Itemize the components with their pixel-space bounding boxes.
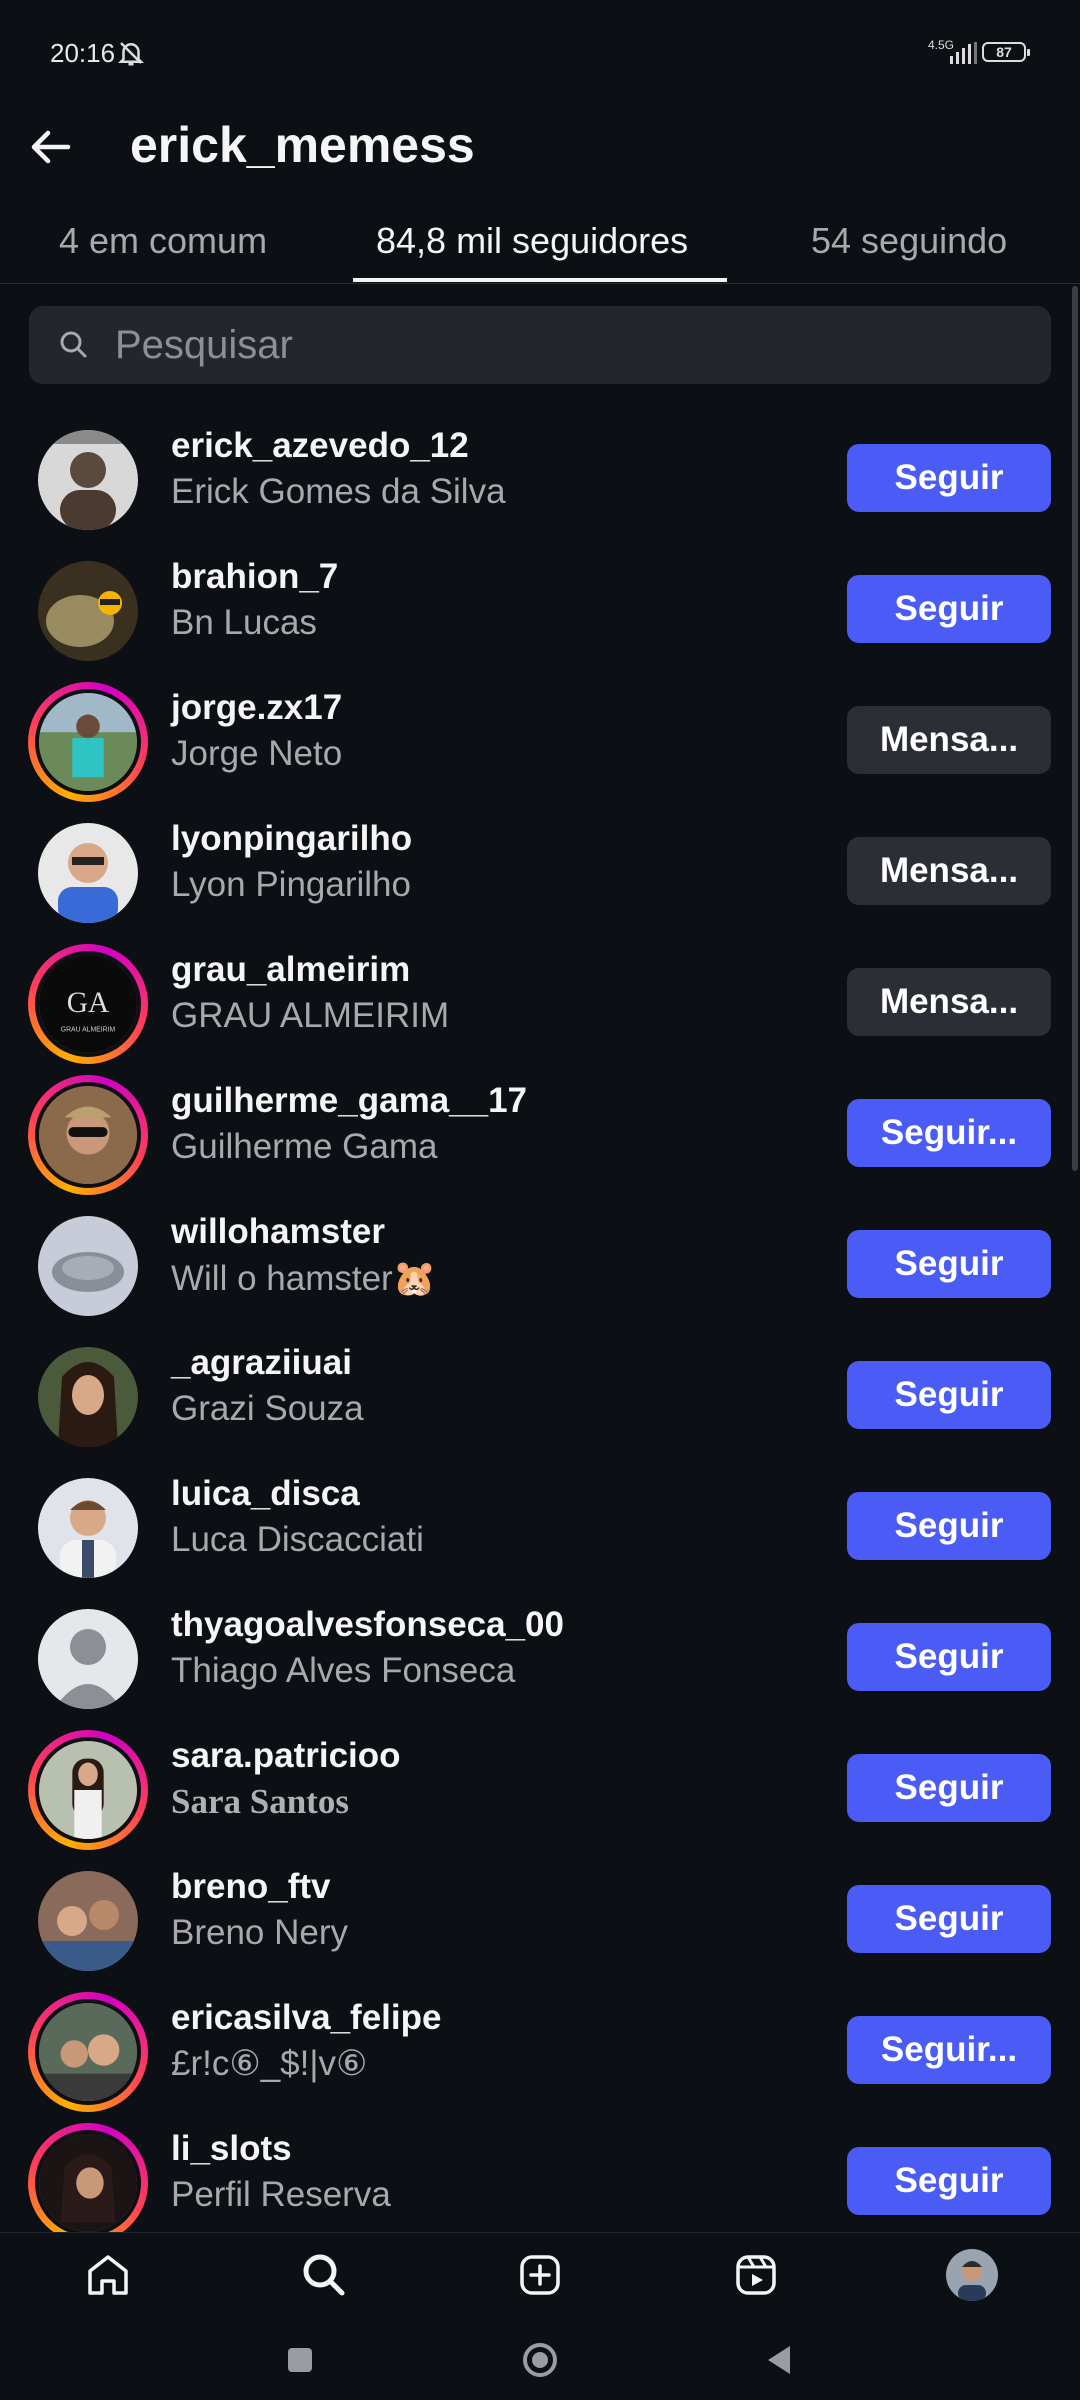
avatar[interactable]: [28, 1206, 148, 1326]
list-item[interactable]: guilherme_gama__17 Guilherme Gama Seguir…: [0, 1063, 1080, 1195]
username[interactable]: ericasilva_felipe: [171, 1998, 441, 2038]
username[interactable]: sara.patricioo: [171, 1736, 401, 1776]
full-name: Sara Santos: [171, 1782, 349, 1821]
back-triangle-icon[interactable]: [760, 2340, 800, 2380]
avatar[interactable]: [28, 813, 148, 933]
battery-indicator: 87: [982, 42, 1030, 62]
full-name: Erick Gomes da Silva: [171, 472, 506, 511]
full-name: Thiago Alves Fonseca: [171, 1651, 516, 1690]
list-item[interactable]: lyonpingarilho Lyon Pingarilho Mensa...: [0, 801, 1080, 932]
follow-button[interactable]: Seguir: [847, 1623, 1051, 1691]
username[interactable]: luica_disca: [171, 1474, 360, 1514]
bottom-nav: [0, 2232, 1080, 2318]
follow-back-button[interactable]: Seguir...: [847, 1099, 1051, 1167]
avatar-story-ring[interactable]: [28, 1075, 148, 1195]
list-item[interactable]: luica_disca Luca Discacciati Seguir: [0, 1456, 1080, 1587]
full-name: Breno Nery: [171, 1913, 349, 1952]
username[interactable]: _agraziiuai: [171, 1343, 352, 1383]
avatar[interactable]: [28, 1468, 148, 1588]
full-name: GRAU ALMEIRIM: [171, 996, 450, 1035]
full-name: Bn Lucas: [171, 603, 317, 642]
back-arrow-icon[interactable]: [24, 120, 78, 174]
signal-icon: [950, 42, 977, 64]
tab-bar: 4 em comum 84,8 mil seguidores 54 seguin…: [0, 210, 1080, 284]
username[interactable]: breno_ftv: [171, 1867, 330, 1907]
status-time: 20:16: [50, 38, 116, 68]
list-item[interactable]: _agraziiuai Grazi Souza Seguir: [0, 1325, 1080, 1456]
list-item[interactable]: sara.patricioo Sara Santos Seguir: [0, 1718, 1080, 1850]
home-icon[interactable]: [82, 2249, 134, 2301]
list-item[interactable]: erick_azevedo_12 Erick Gomes da Silva Se…: [0, 408, 1080, 539]
avatar[interactable]: [28, 1599, 148, 1719]
home-circle-icon[interactable]: [520, 2340, 560, 2380]
search-box[interactable]: [29, 306, 1051, 384]
follow-button[interactable]: Seguir: [847, 1230, 1051, 1298]
tab-mutual[interactable]: 4 em comum: [59, 220, 267, 262]
search-input[interactable]: [115, 306, 1015, 384]
avatar[interactable]: [28, 1861, 148, 1981]
full-name: Lyon Pingarilho: [171, 865, 411, 904]
follow-button[interactable]: Seguir: [847, 444, 1051, 512]
list-item[interactable]: jorge.zx17 Jorge Neto Mensa...: [0, 670, 1080, 802]
avatar-story-ring[interactable]: [28, 2123, 148, 2243]
avatar-story-ring[interactable]: [28, 682, 148, 802]
username[interactable]: li_slots: [171, 2129, 292, 2169]
full-name: Perfil Reserva: [171, 2175, 391, 2214]
message-button[interactable]: Mensa...: [847, 837, 1051, 905]
page-title: erick_memess: [130, 117, 475, 173]
avatar-story-ring[interactable]: [28, 1992, 148, 2112]
profile-avatar[interactable]: [946, 2249, 998, 2301]
create-icon[interactable]: [514, 2249, 566, 2301]
status-bar: 20:16 4.5G 87: [0, 0, 1080, 110]
follow-button[interactable]: Seguir: [847, 1885, 1051, 1953]
username[interactable]: thyagoalvesfonseca_00: [171, 1605, 564, 1645]
avatar-story-ring[interactable]: GA GRAU ALMEIRIM: [28, 944, 148, 1064]
username[interactable]: willohamster: [171, 1212, 385, 1252]
username[interactable]: lyonpingarilho: [171, 819, 412, 859]
tab-following[interactable]: 54 seguindo: [811, 220, 1007, 262]
list-item[interactable]: GA GRAU ALMEIRIM grau_almeirim GRAU ALMEI…: [0, 932, 1080, 1064]
username[interactable]: brahion_7: [171, 557, 338, 597]
username[interactable]: guilherme_gama__17: [171, 1081, 527, 1121]
follow-back-button[interactable]: Seguir...: [847, 2016, 1051, 2084]
search-icon: [60, 331, 87, 358]
full-name: Luca Discacciati: [171, 1520, 424, 1559]
message-button[interactable]: Mensa...: [847, 706, 1051, 774]
list-item[interactable]: willohamster Will o hamster🐹 Seguir: [0, 1194, 1080, 1325]
username[interactable]: grau_almeirim: [171, 950, 410, 990]
tab-followers[interactable]: 84,8 mil seguidores: [376, 220, 688, 262]
logo-text: GRAU ALMEIRIM: [61, 1026, 116, 1033]
follow-button[interactable]: Seguir: [847, 1492, 1051, 1560]
list-item[interactable]: li_slots Perfil Reserva Seguir: [0, 2111, 1080, 2243]
avatar[interactable]: [28, 551, 148, 671]
bell-muted-icon: [117, 42, 145, 66]
reels-icon[interactable]: [730, 2249, 782, 2301]
follow-button[interactable]: Seguir: [847, 2147, 1051, 2215]
avatar-story-ring[interactable]: [28, 1730, 148, 1850]
follow-button[interactable]: Seguir: [847, 575, 1051, 643]
follow-button[interactable]: Seguir: [847, 1754, 1051, 1822]
list-item[interactable]: ericasilva_felipe £r!c⑥_$!|v⑥ Seguir...: [0, 1980, 1080, 2112]
avatar[interactable]: [28, 1337, 148, 1457]
recents-icon[interactable]: [280, 2340, 320, 2380]
message-button[interactable]: Mensa...: [847, 968, 1051, 1036]
system-nav-bar: [0, 2318, 1080, 2400]
full-name: £r!c⑥_$!|v⑥: [171, 2044, 368, 2083]
list-item[interactable]: brahion_7 Bn Lucas Seguir: [0, 539, 1080, 670]
full-name: Grazi Souza: [171, 1389, 364, 1428]
username[interactable]: jorge.zx17: [171, 688, 342, 728]
svg-text:GA: GA: [67, 987, 110, 1019]
full-name: Will o hamster🐹: [171, 1259, 437, 1298]
username[interactable]: erick_azevedo_12: [171, 426, 469, 466]
search-icon[interactable]: [298, 2249, 350, 2301]
full-name: Guilherme Gama: [171, 1127, 438, 1166]
list-item[interactable]: thyagoalvesfonseca_00 Thiago Alves Fonse…: [0, 1587, 1080, 1718]
follow-button[interactable]: Seguir: [847, 1361, 1051, 1429]
list-item[interactable]: breno_ftv Breno Nery Seguir: [0, 1849, 1080, 1980]
tab-indicator: [353, 278, 727, 282]
full-name: Jorge Neto: [171, 734, 343, 773]
avatar[interactable]: [28, 420, 148, 540]
